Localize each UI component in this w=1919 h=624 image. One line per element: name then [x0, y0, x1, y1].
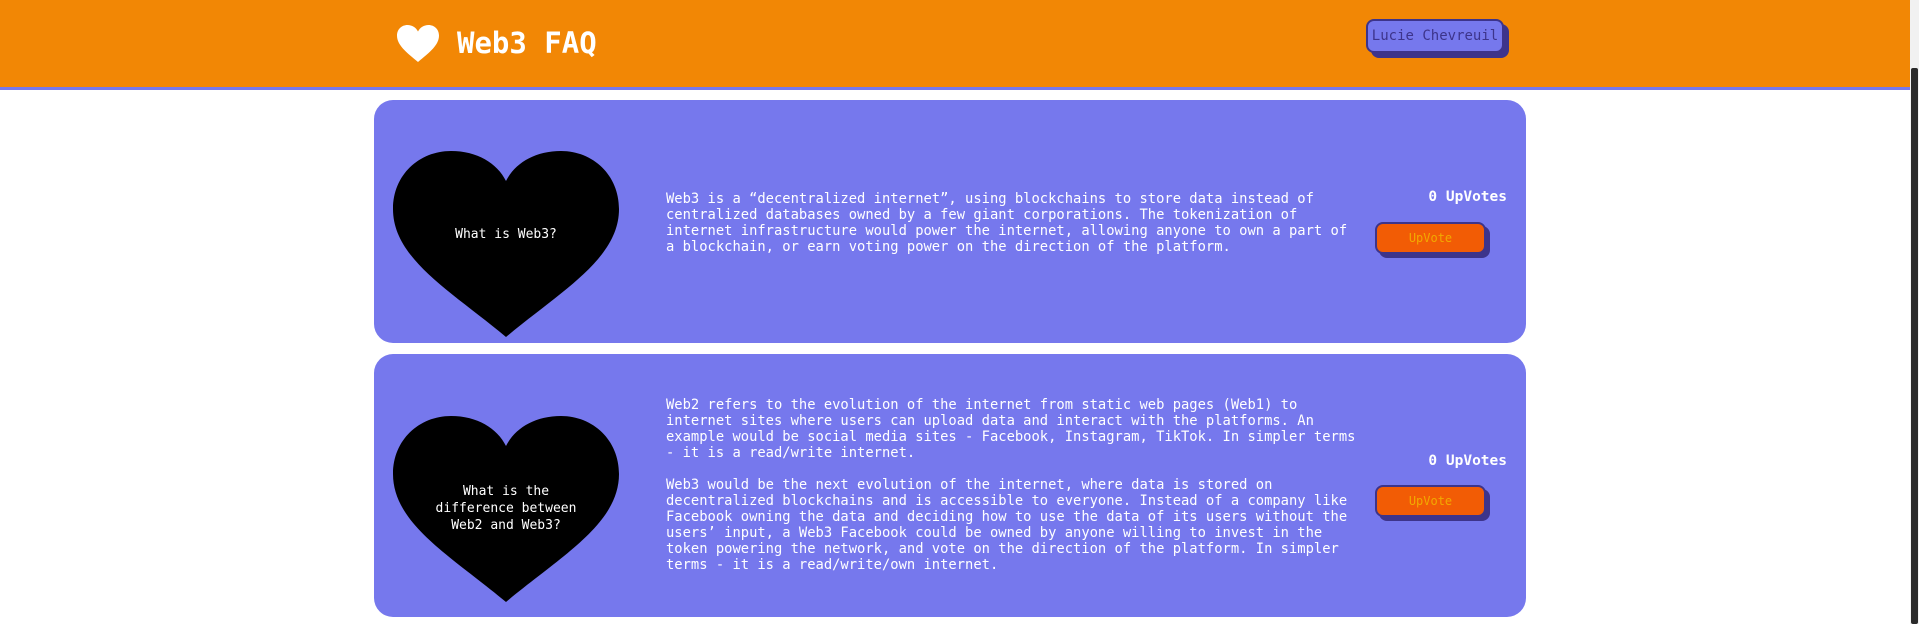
- answer-text: Web3 is a “decentralized internet”, usin…: [666, 191, 1356, 271]
- heart-icon: [397, 25, 439, 63]
- question-heart[interactable]: What is the difference between Web2 and …: [393, 416, 619, 602]
- answer-paragraph: Web3 is a “decentralized internet”, usin…: [666, 191, 1348, 255]
- question-text: What is Web3?: [455, 227, 557, 242]
- site-title: Web3 FAQ: [457, 26, 597, 60]
- answer-paragraph: Web3 would be the next evolution of the …: [666, 477, 1348, 573]
- user-profile-button[interactable]: Lucie Chevreuil: [1366, 19, 1504, 53]
- upvote-button[interactable]: UpVote: [1375, 222, 1486, 254]
- faq-card: What is the difference between Web2 and …: [374, 354, 1526, 617]
- question-text: What is the difference between Web2 and …: [435, 484, 577, 533]
- vote-count: 0 UpVotes: [1428, 453, 1507, 469]
- answer-text: Web2 refers to the evolution of the inte…: [666, 397, 1356, 589]
- heart-icon: [393, 151, 619, 337]
- site-header: Web3 FAQ Lucie Chevreuil: [0, 0, 1910, 90]
- scrollbar-thumb[interactable]: [1911, 68, 1918, 624]
- question-heart[interactable]: What is Web3?: [393, 151, 619, 337]
- faq-card: What is Web3? Web3 is a “decentralized i…: [374, 100, 1526, 343]
- vote-count: 0 UpVotes: [1428, 189, 1507, 205]
- answer-paragraph: Web2 refers to the evolution of the inte…: [666, 397, 1356, 461]
- upvote-button[interactable]: UpVote: [1375, 485, 1486, 517]
